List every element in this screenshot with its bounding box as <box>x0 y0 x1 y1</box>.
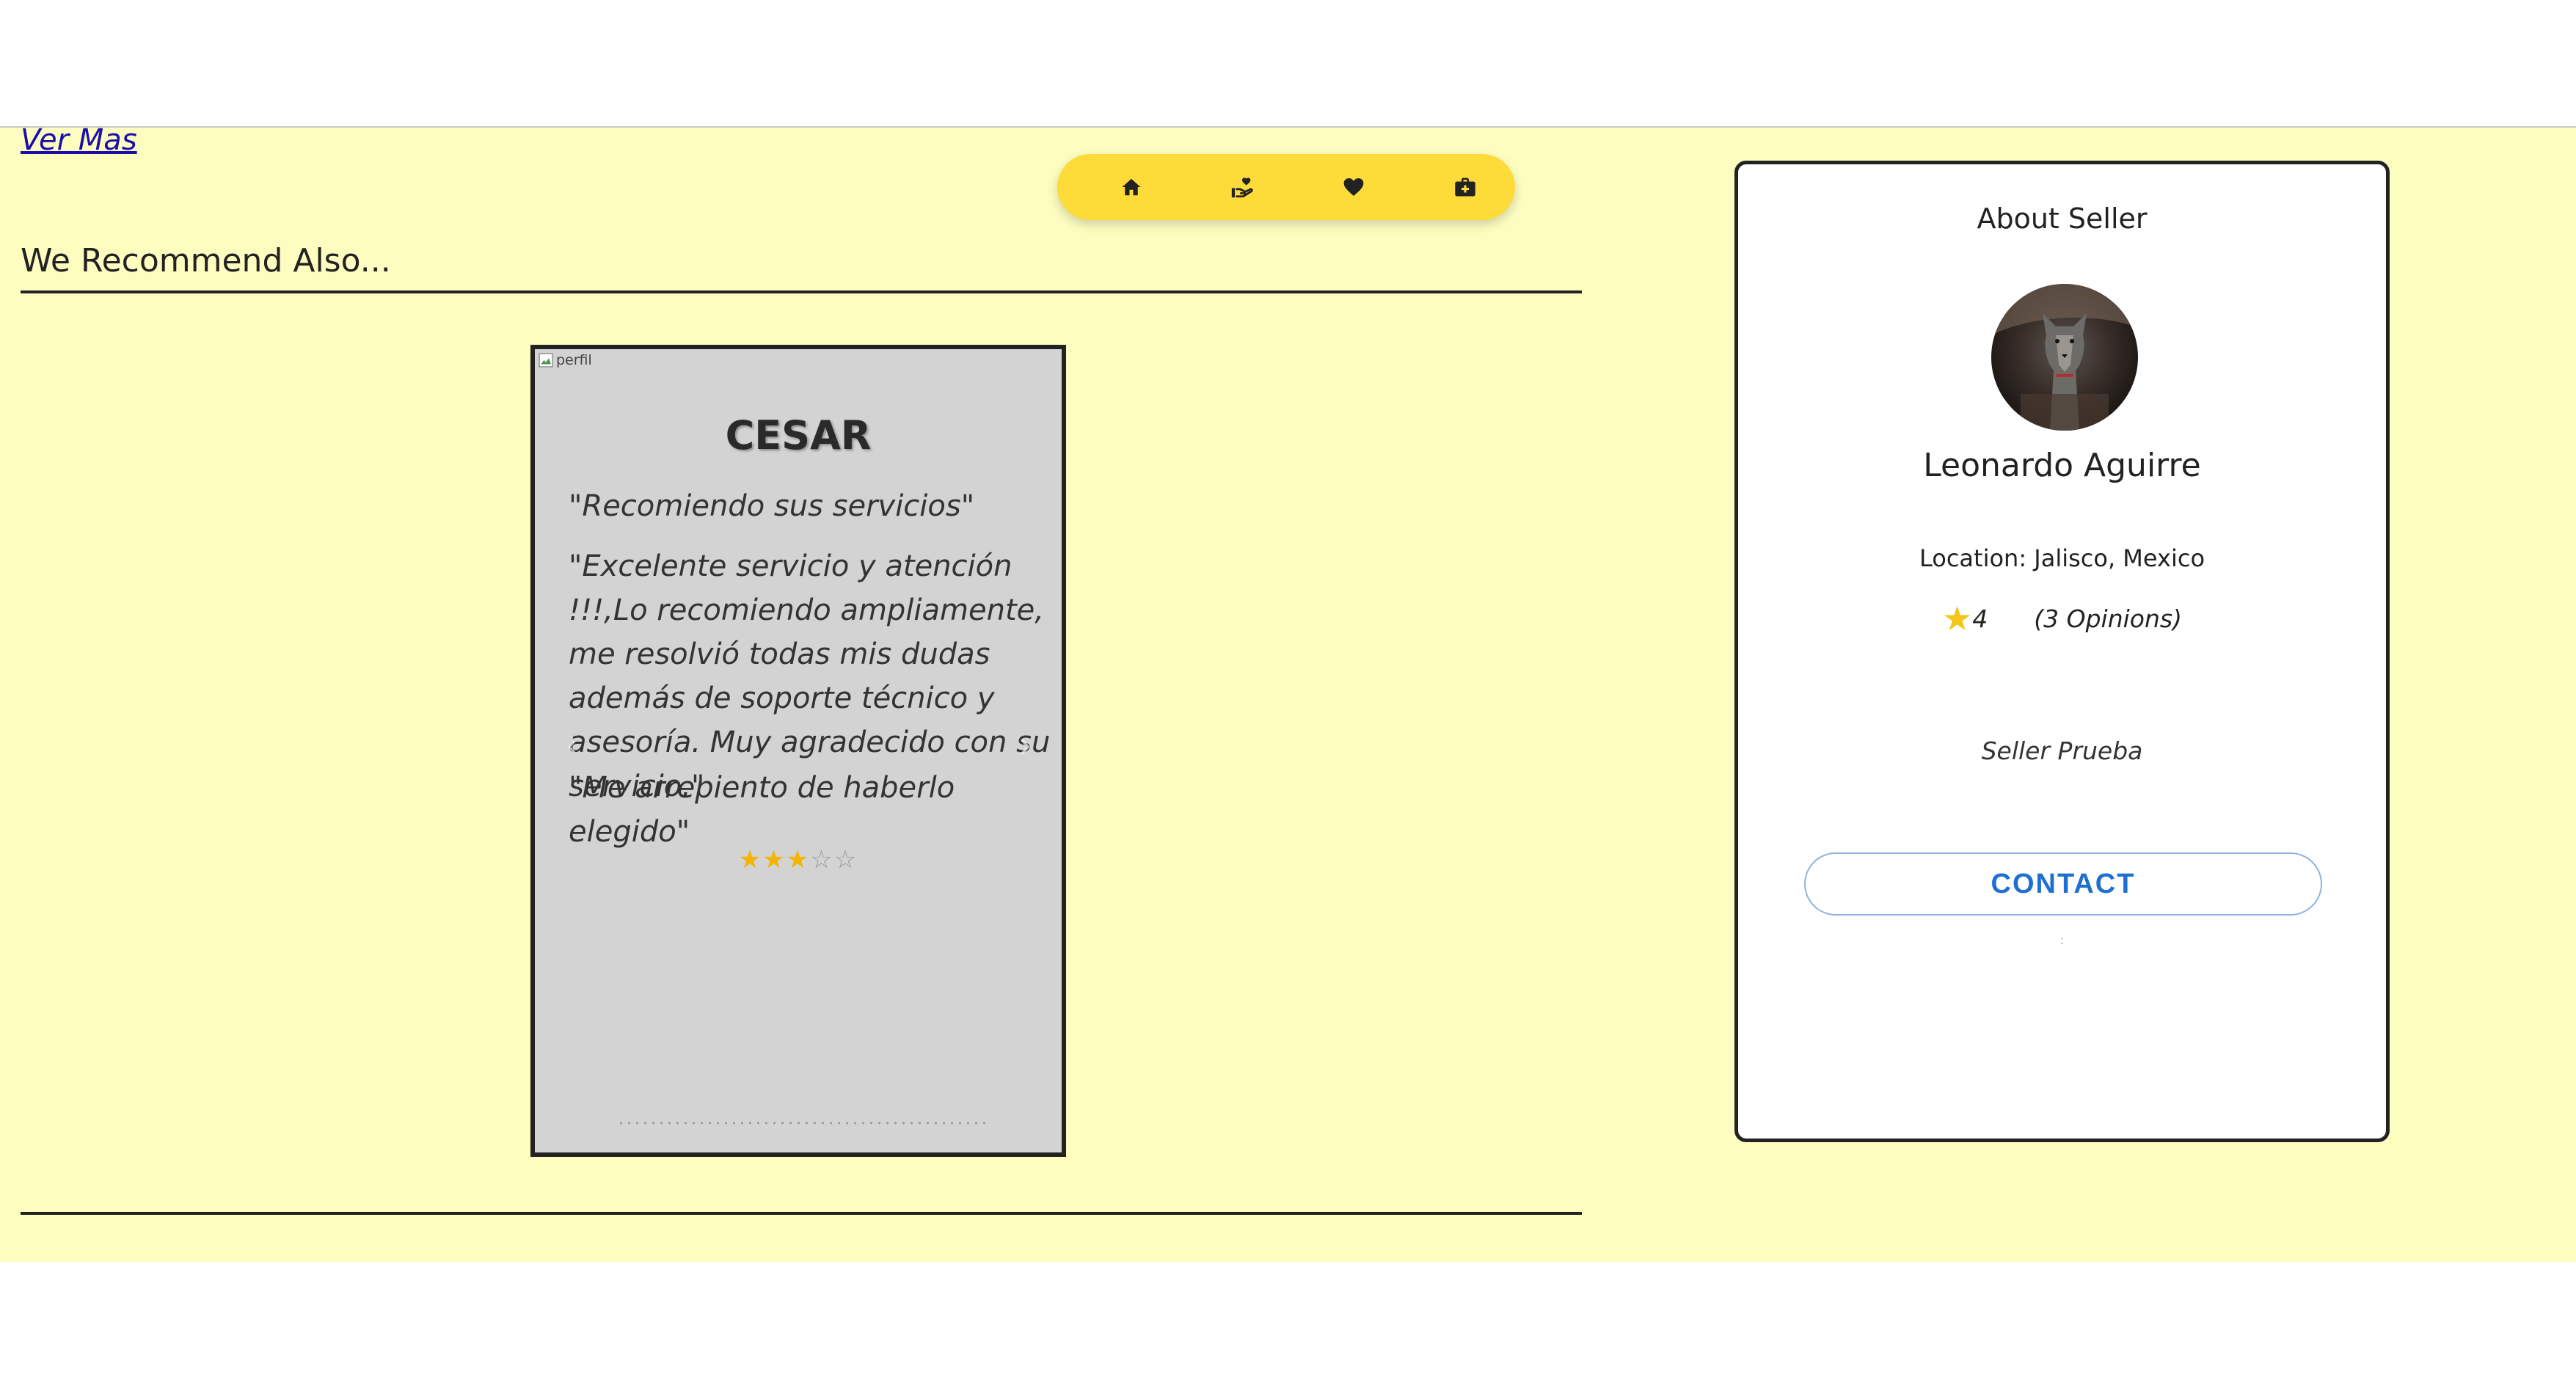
review-carousel: perfil CESAR "Recomiendo sus servicios" … <box>530 345 1066 1157</box>
filled-star-icon: ★ <box>762 846 787 874</box>
home-icon[interactable] <box>1117 172 1146 202</box>
empty-star-icon: ☆ <box>833 846 858 874</box>
seller-opinions-count[interactable]: (3 Opinions) <box>2034 604 2182 633</box>
carousel-prev-arrow[interactable]: ‹ <box>567 729 577 762</box>
empty-star-icon: ☆ <box>810 846 834 874</box>
reviewer-profile-image: perfil <box>538 352 592 368</box>
section-divider-bottom <box>21 1212 1582 1215</box>
about-seller-heading: About Seller <box>1977 202 2148 235</box>
ver-mas-link[interactable]: Ver Mas <box>21 123 137 157</box>
carousel-next-arrow[interactable]: › <box>1019 725 1031 765</box>
briefcase-icon[interactable] <box>1451 172 1480 202</box>
about-seller-card: About Seller Leonardo Aguirre Location: … <box>1734 161 2390 1142</box>
seller-rating: ★4 (3 Opinions) <box>1738 599 2386 638</box>
seller-location: Location: Jalisco, Mexico <box>1919 544 2205 572</box>
profile-image-alt: perfil <box>556 352 592 368</box>
hand-heart-icon[interactable] <box>1227 172 1257 202</box>
broken-image-icon <box>539 353 553 368</box>
review-rating-stars: ★★★☆☆ <box>535 845 1062 874</box>
seller-avatar <box>1991 284 2138 431</box>
star-icon: ★ <box>1942 599 1973 638</box>
seller-description: Seller Prueba <box>1981 737 2143 765</box>
recommend-heading: We Recommend Also... <box>21 242 391 279</box>
heart-icon[interactable] <box>1339 172 1368 202</box>
navigation-bar <box>1057 154 1515 220</box>
filled-star-icon: ★ <box>738 846 763 874</box>
seller-rating-value: 4 <box>1972 604 1988 633</box>
filled-star-icon: ★ <box>786 846 811 874</box>
carousel-indicators[interactable] <box>617 1121 988 1125</box>
review-quote: "Me arrepiento de haberlo elegido" <box>569 771 955 849</box>
section-divider-top <box>21 290 1582 293</box>
review-quote: "Recomiendo sus servicios" <box>569 489 975 523</box>
reviewer-name: CESAR <box>725 412 872 458</box>
seller-name: Leonardo Aguirre <box>1923 447 2201 484</box>
separator-dot: : <box>2060 935 2064 947</box>
dog-photo-icon <box>1991 284 2138 431</box>
contact-button[interactable]: CONTACT <box>1804 852 2322 916</box>
